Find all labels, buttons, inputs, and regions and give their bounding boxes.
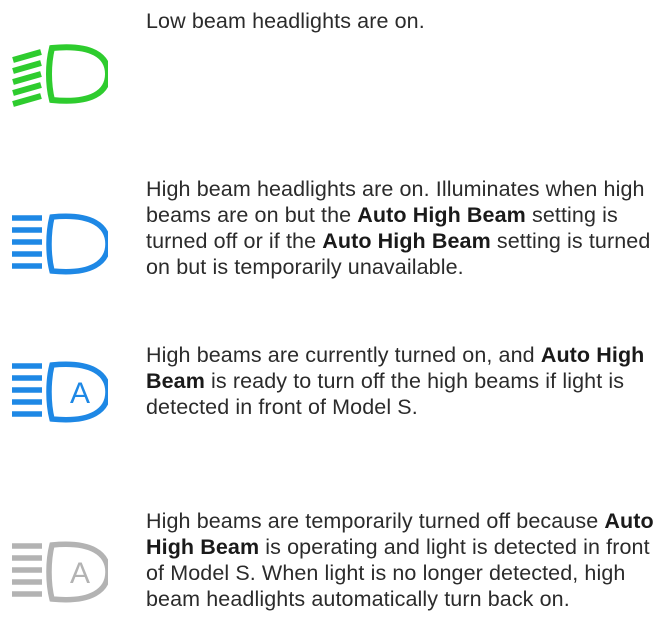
description-text: Low beam headlights are on. — [146, 9, 425, 33]
description-text: is ready to turn off the high beams if l… — [146, 369, 625, 419]
auto-high-beam-off-description: High beams are temporarily turned off be… — [146, 508, 656, 612]
auto-high-beam-off-icon: A — [4, 528, 108, 618]
svg-text:A: A — [70, 377, 90, 410]
auto-high-beam-term: Auto High Beam — [357, 203, 526, 227]
auto-high-beam-active-icon: A — [4, 348, 108, 438]
description-text: High beams are currently turned on, and — [146, 343, 541, 367]
low-beam-headlight-icon — [4, 26, 108, 116]
high-beam-description: High beam headlights are on. Illuminates… — [146, 176, 656, 280]
auto-high-beam-term: Auto High Beam — [322, 229, 491, 253]
high-beam-headlight-icon — [4, 200, 108, 290]
svg-text:A: A — [70, 557, 90, 590]
low-beam-description: Low beam headlights are on. — [146, 8, 656, 34]
auto-high-beam-active-description: High beams are currently turned on, and … — [146, 342, 656, 420]
description-text: High beams are temporarily turned off be… — [146, 509, 605, 533]
